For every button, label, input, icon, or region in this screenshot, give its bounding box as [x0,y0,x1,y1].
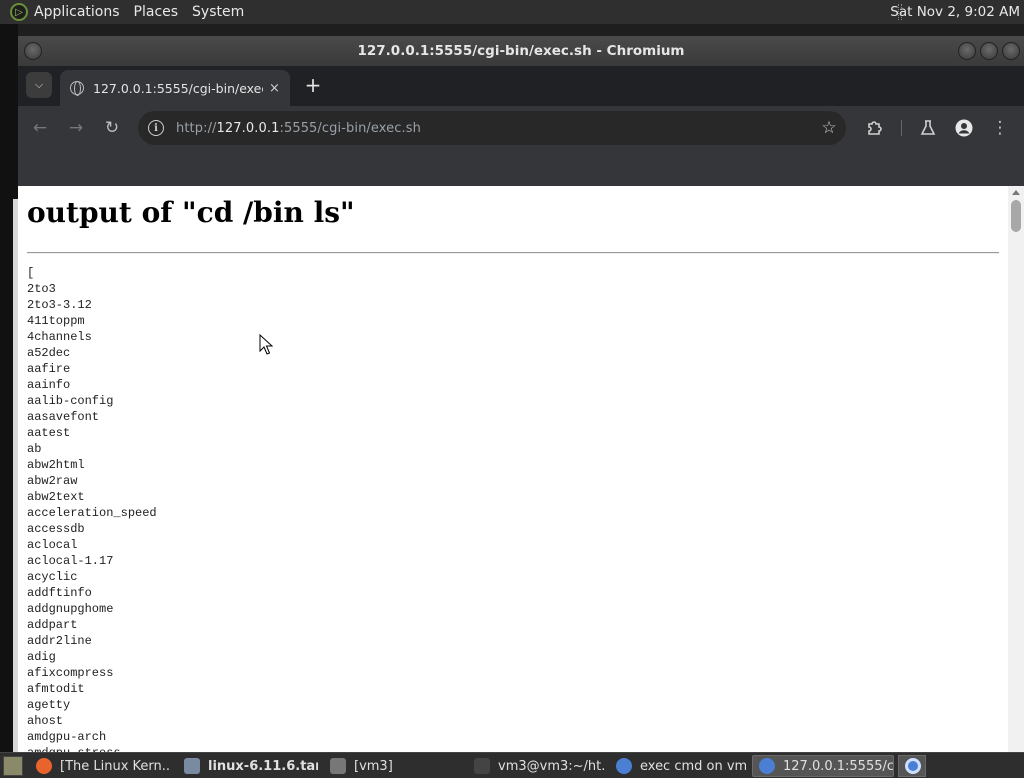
bookmark-star-icon[interactable]: ☆ [818,117,840,139]
top-panel: ▷ Applications Places System Sat Nov 2, … [0,0,1024,24]
tab-search-button[interactable]: ⌵ [26,72,52,98]
taskbar-task[interactable]: exec cmd on vm... [610,755,746,777]
labs-flask-icon[interactable] [916,116,940,140]
output-line: aalib-config [27,394,114,408]
taskbar-task-label: [The Linux Kern... [60,758,170,774]
output-line: [ [27,266,35,280]
taskbar-task-label: exec cmd on vm... [640,758,746,774]
show-desktop-icon[interactable] [3,756,23,776]
tab-exec-sh[interactable]: 127.0.0.1:5555/cgi-bin/exec.s × [60,70,290,106]
more-menu-icon[interactable]: ⋮ [988,116,1012,140]
output-line: afixcompress [27,666,114,680]
reload-icon[interactable]: ↻ [100,116,124,140]
output-line: amdgpu-arch [27,730,107,744]
output-line: aclocal-1.17 [27,554,114,568]
page-title: output of "cd /bin ls" [27,196,355,229]
output-line: accessdb [27,522,85,536]
output-line: addpart [27,618,78,632]
taskbar-task-label: 127.0.0.1:5555/c... [783,758,894,774]
taskbar-task-label: [vm3] [354,758,393,774]
output-line: aatest [27,426,71,440]
window-title: 127.0.0.1:5555/cgi-bin/exec.sh - Chromiu… [357,43,685,59]
output-line: agetty [27,698,71,712]
output-line: abw2raw [27,474,78,488]
new-tab-button[interactable]: + [302,73,324,97]
output-line: addgnupghome [27,602,114,616]
bookmarks-area [18,150,1024,186]
desktop-edge [0,24,18,774]
taskbar-task-label: linux-6.11.6.tar... [208,758,318,774]
chevron-down-icon: ⌵ [34,78,44,91]
taskbar-task-label: vm3@vm3:~/ht... [498,758,604,774]
browser-toolbar: ← → ↻ i http://127.0.0.1:5555/cgi-bin/ex… [18,106,1024,150]
page-content: output of "cd /bin ls" [2to3 2to3-3.12 411… [18,186,1024,752]
browser-window: 127.0.0.1:5555/cgi-bin/exec.sh - Chromiu… [18,36,1024,752]
output-line: ab [27,442,42,456]
window-titlebar[interactable]: 127.0.0.1:5555/cgi-bin/exec.sh - Chromiu… [18,36,1024,66]
mouse-cursor-icon [259,334,273,355]
chromium-icon [759,758,775,774]
chromium-icon [905,758,921,774]
output-line: addftinfo [27,586,92,600]
maximize-button[interactable] [980,42,998,60]
tab-strip: ⌵ 127.0.0.1:5555/cgi-bin/exec.s × + [18,66,1024,106]
distro-logo-icon[interactable]: ▷ [10,3,28,21]
panel-clock[interactable]: Sat Nov 2, 9:02 AM [890,4,1020,20]
menu-applications[interactable]: Applications [34,4,120,20]
globe-icon [70,81,84,96]
close-window-button[interactable] [1002,42,1020,60]
toolbar-divider [901,120,902,136]
taskbar-task[interactable]: vm3@vm3:~/ht... [468,755,604,777]
firefox-icon [36,758,52,774]
page-scrollbar[interactable] [1008,186,1024,752]
output-line: 2to3-3.12 [27,298,92,312]
horizontal-rule [27,252,999,254]
output-line: aainfo [27,378,71,392]
tab-title: 127.0.0.1:5555/cgi-bin/exec.s [93,80,263,96]
folder-icon [330,758,346,774]
tray-chromium-button[interactable] [898,755,926,777]
taskbar-task[interactable]: [The Linux Kern... [30,755,170,777]
output-line: afmtodit [27,682,85,696]
taskbar: [The Linux Kern... linux-6.11.6.tar... [vm… [0,752,1024,778]
output-line: aclocal [27,538,78,552]
output-line: ahost [27,714,64,728]
output-line: acyclic [27,570,78,584]
menu-system[interactable]: System [192,4,244,20]
back-arrow-icon[interactable]: ← [28,116,52,140]
window-menu-button[interactable] [24,42,42,60]
extensions-puzzle-icon[interactable] [863,116,887,140]
taskbar-task[interactable]: linux-6.11.6.tar... [178,755,318,777]
terminal-icon [474,758,490,774]
taskbar-task[interactable]: [vm3] [324,755,458,777]
output-line: addr2line [27,634,92,648]
output-line: acceleration_speed [27,506,157,520]
chromium-icon [616,758,632,774]
output-line: amdgpu-stress [27,745,157,752]
taskbar-task[interactable]: 127.0.0.1:5555/c... [752,755,894,777]
site-info-icon[interactable]: i [148,120,164,136]
forward-arrow-icon[interactable]: → [64,116,88,140]
menu-places[interactable]: Places [134,4,179,20]
minimize-button[interactable] [958,42,976,60]
output-line: adig [27,650,56,664]
archive-icon [184,758,200,774]
address-url: http://127.0.0.1:5555/cgi-bin/exec.sh [176,120,421,136]
output-line: 4channels [27,330,92,344]
output-line: aasavefont [27,410,100,424]
scroll-up-arrow-icon[interactable] [1012,190,1020,195]
profile-avatar-icon[interactable] [952,116,976,140]
command-output: [2to3 2to3-3.12 411toppm 4channels a52dec aaf… [27,265,157,752]
output-line: aafire [27,362,71,376]
output-line: abw2html [27,458,85,472]
scrollbar-thumb[interactable] [1011,200,1021,232]
tab-close-icon[interactable]: × [269,81,280,96]
output-line: a52dec [27,346,71,360]
address-bar[interactable]: i http://127.0.0.1:5555/cgi-bin/exec.sh … [138,111,846,145]
output-line: 411toppm [27,314,85,328]
output-line: 2to3 [27,282,56,296]
output-line: abw2text [27,490,85,504]
